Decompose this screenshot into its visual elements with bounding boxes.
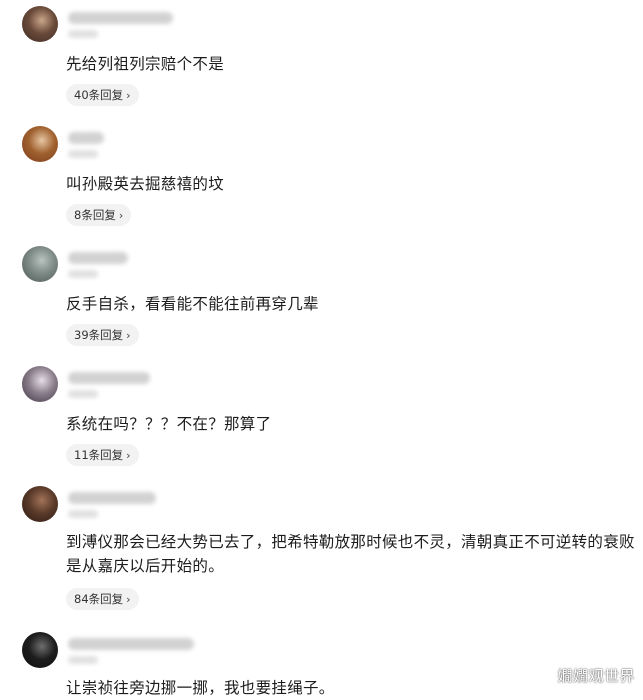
reply-count-button[interactable]: 39条回复 › [66, 324, 139, 346]
username-blurred[interactable] [68, 372, 150, 384]
reply-count-label: 84条回复 [74, 592, 124, 606]
username-blurred[interactable] [68, 252, 128, 264]
comment-text: 反手自杀，看看能不能往前再穿几辈 [66, 295, 319, 313]
chevron-right-icon: › [126, 593, 131, 606]
comment-meta-blurred [68, 510, 98, 518]
avatar[interactable] [22, 366, 58, 402]
comment-text: 系统在吗？？？不在？那算了 [66, 415, 272, 433]
comment-meta-blurred [68, 270, 98, 278]
chevron-right-icon: › [126, 449, 131, 462]
reply-count-label: 11条回复 [74, 448, 124, 462]
username-blurred[interactable] [68, 638, 194, 650]
comment-text: 让崇祯往旁边挪一挪，我也要挂绳子。 [66, 679, 335, 697]
avatar[interactable] [22, 632, 58, 668]
reply-count-label: 8条回复 [74, 208, 116, 222]
comment-text: 先给列祖列宗赔个不是 [66, 55, 225, 73]
reply-count-button[interactable]: 84条回复 › [66, 588, 139, 610]
chevron-right-icon: › [126, 329, 131, 342]
watermark: 嫺嫺观世界 [557, 667, 635, 685]
avatar[interactable] [22, 486, 58, 522]
reply-count-button[interactable]: 40条回复 › [66, 84, 139, 106]
username-blurred[interactable] [68, 12, 173, 24]
reply-count-button[interactable]: 11条回复 › [66, 444, 139, 466]
avatar[interactable] [22, 246, 58, 282]
comment-meta-blurred [68, 390, 98, 398]
reply-count-label: 40条回复 [74, 88, 124, 102]
avatar[interactable] [22, 126, 58, 162]
chevron-right-icon: › [126, 89, 131, 102]
comment-meta-blurred [68, 656, 98, 664]
comment-text: 到溥仪那会已经大势已去了，把希特勒放那时候也不灵，清朝真正不可逆转的衰败是从嘉庆… [66, 533, 635, 575]
reply-count-label: 39条回复 [74, 328, 124, 342]
username-blurred[interactable] [68, 132, 104, 144]
username-blurred[interactable] [68, 492, 156, 504]
comment-meta-blurred [68, 30, 98, 38]
reply-count-button[interactable]: 8条回复 › [66, 204, 132, 226]
avatar[interactable] [22, 6, 58, 42]
comment-text: 叫孙殿英去掘慈禧的坟 [66, 175, 225, 193]
comment-meta-blurred [68, 150, 98, 158]
chevron-right-icon: › [118, 209, 124, 222]
